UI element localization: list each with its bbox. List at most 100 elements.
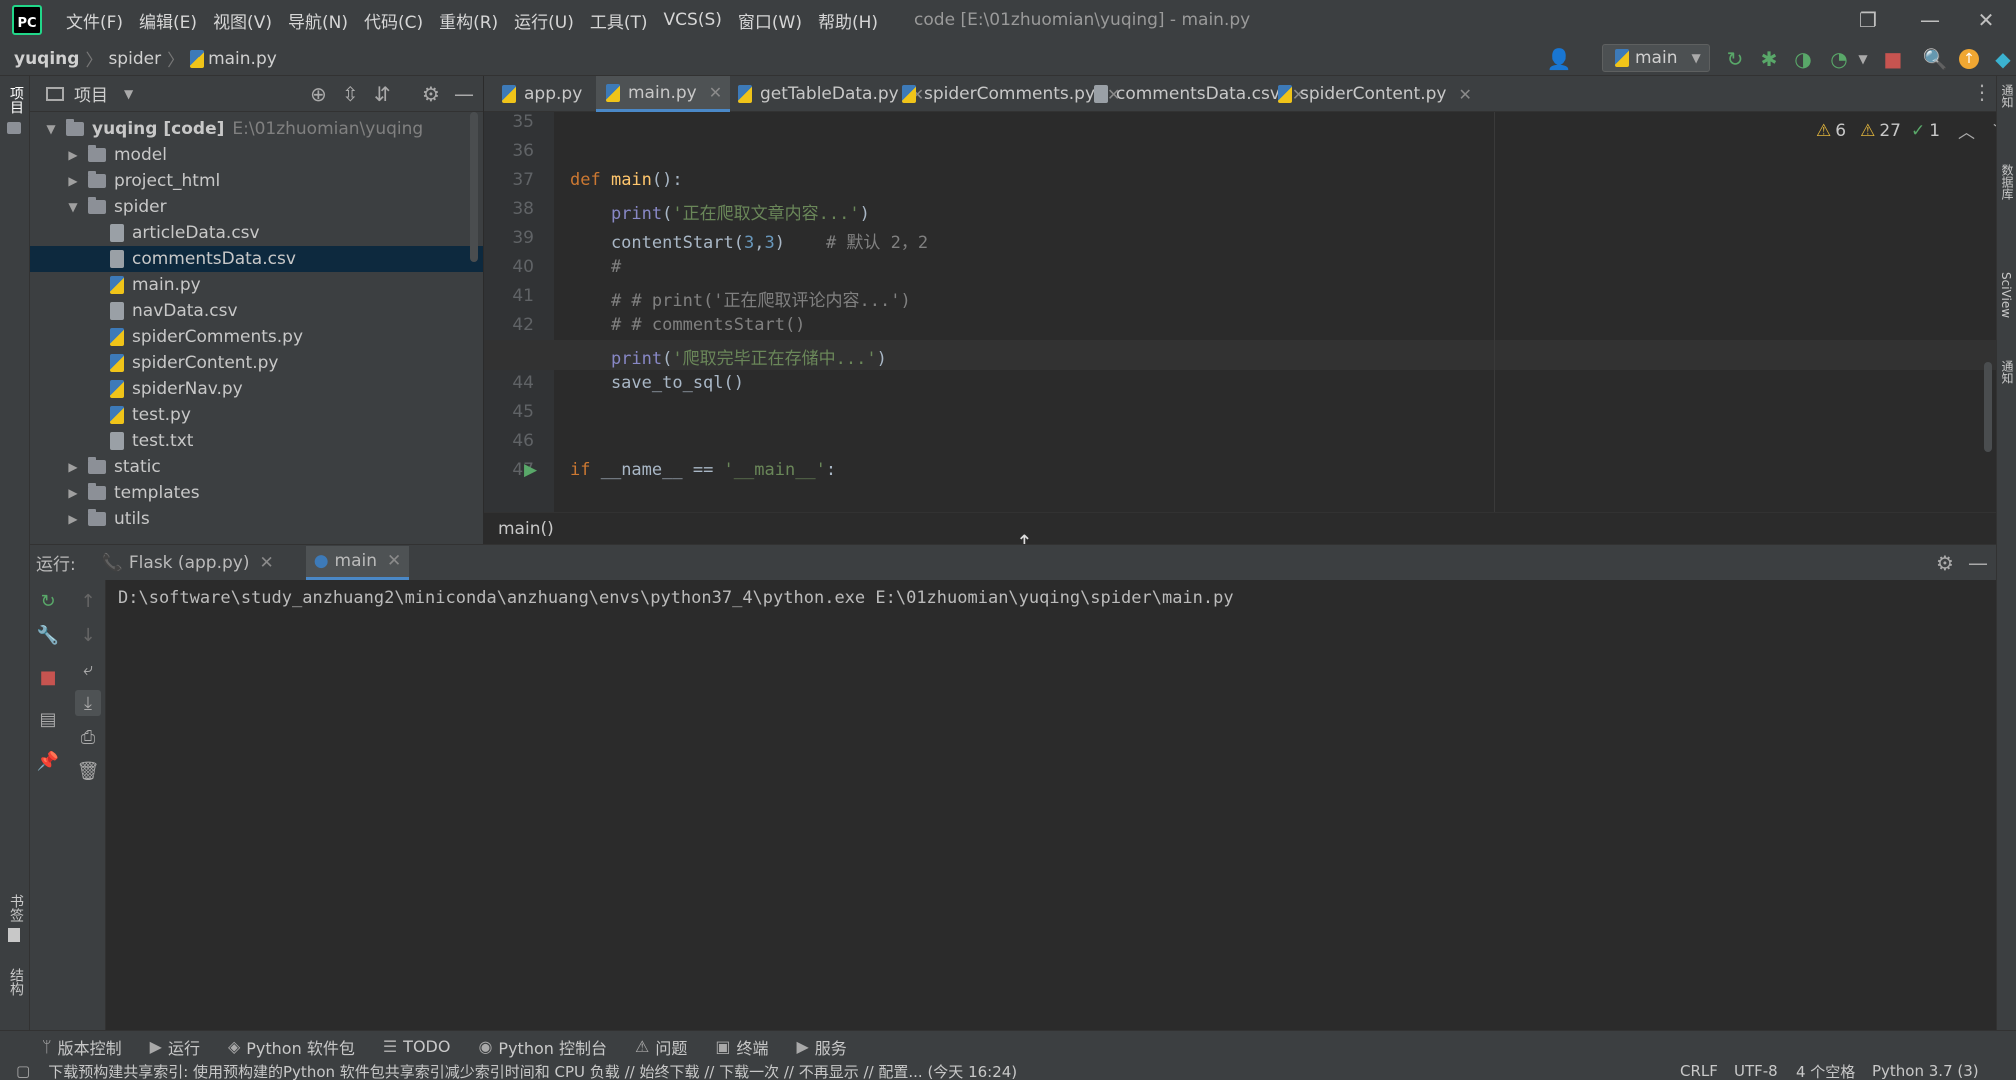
sciview-tool-button[interactable]: SciView [1999, 272, 2013, 318]
menu-item[interactable]: 编辑(E) [131, 8, 205, 33]
menu-item[interactable]: 重构(R) [431, 8, 506, 33]
rerun-icon[interactable]: ↻ [1722, 46, 1748, 72]
more-run-options-icon[interactable]: ▼ [1850, 46, 1876, 72]
editor-scrollbar[interactable] [1984, 362, 1992, 452]
status-message[interactable]: 下载预构建共享索引: 使用预构建的Python 软件包共享索引减少索引时间和 C… [48, 1062, 1017, 1080]
bottom-tool-button[interactable]: ▣ 终端 [715, 1035, 768, 1059]
run-gutter-icon[interactable]: ▶ [524, 460, 537, 480]
chevron-right-icon[interactable]: ▶ [66, 512, 80, 526]
indent-setting[interactable]: 4 个空格 [1796, 1062, 1855, 1080]
line-separator[interactable]: CRLF [1680, 1062, 1718, 1080]
bottom-tool-button[interactable]: ᛘ 版本控制 [42, 1035, 122, 1059]
notification-tool-button[interactable]: 通知 [1999, 360, 2016, 384]
code-editor[interactable]: 35363738394041424344454647▶ def main(): … [484, 112, 1996, 512]
more-tabs-icon[interactable]: ⋮ [1972, 80, 1992, 104]
gear-icon[interactable]: ⚙ [422, 82, 440, 106]
expand-all-icon[interactable]: ⇳ [342, 82, 359, 106]
close-tab-icon[interactable]: ✕ [259, 553, 273, 573]
tree-file[interactable]: spiderNav.py [30, 376, 483, 402]
up-arrow-icon[interactable]: ↑ [75, 588, 101, 614]
run-tab[interactable]: ● main ✕ [305, 545, 410, 580]
breadcrumb-project[interactable]: yuqing [14, 49, 79, 69]
close-tab-icon[interactable]: ✕ [1458, 85, 1471, 104]
bottom-tool-button[interactable]: ◉ Python 控制台 [478, 1035, 607, 1059]
bottom-tool-button[interactable]: ☰ TODO [383, 1037, 451, 1056]
bottom-tool-button[interactable]: ◈ Python 软件包 [228, 1035, 355, 1059]
hide-panel-icon[interactable]: — [1968, 551, 1988, 575]
tree-folder[interactable]: ▶ static [30, 454, 483, 480]
tree-file[interactable]: navData.csv [30, 298, 483, 324]
tree-file[interactable]: test.txt [30, 428, 483, 454]
wrench-icon[interactable]: 🔧 [35, 622, 61, 648]
stop-icon[interactable]: ■ [35, 664, 61, 690]
search-icon[interactable]: 🔍 [1922, 46, 1948, 72]
print-icon[interactable]: ⎙ [75, 724, 101, 750]
breadcrumb-folder[interactable]: spider [108, 49, 161, 69]
menu-item[interactable]: 窗口(W) [730, 8, 810, 33]
rerun-icon[interactable]: ↻ [35, 588, 61, 614]
restore-button[interactable]: ❐ [1838, 0, 1898, 40]
chevron-right-icon[interactable]: ▶ [66, 460, 80, 474]
editor-tab[interactable]: main.py ✕ [596, 76, 731, 112]
database-tool-button[interactable]: 数据库 [1999, 164, 2016, 200]
structure-tool-button[interactable]: 结构 [6, 968, 26, 996]
tree-file[interactable]: spiderContent.py [30, 350, 483, 376]
menu-item[interactable]: 运行(U) [506, 8, 582, 33]
function-breadcrumb[interactable]: main() [498, 519, 554, 539]
tree-file[interactable]: articleData.csv [30, 220, 483, 246]
notifications-tool-button[interactable]: 通知 [1999, 84, 2016, 108]
close-tab-icon[interactable]: ✕ [709, 83, 722, 102]
tree-folder[interactable]: ▶ project_html [30, 168, 483, 194]
tree-file[interactable]: main.py [30, 272, 483, 298]
chevron-right-icon[interactable]: ▶ [66, 148, 80, 162]
gear-icon[interactable]: ⚙ [1936, 551, 1954, 575]
locate-file-icon[interactable]: ⊕ [310, 82, 327, 106]
tree-folder[interactable]: ▼ yuqing [code] E:\01zhuomian\yuqing [30, 116, 483, 142]
file-encoding[interactable]: UTF-8 [1734, 1062, 1778, 1080]
bottom-tool-button[interactable]: ▶ 运行 [150, 1035, 200, 1059]
chevron-right-icon[interactable]: ▶ [66, 486, 80, 500]
trash-icon[interactable]: 🗑 [75, 758, 101, 784]
menu-item[interactable]: VCS(S) [656, 10, 730, 30]
jetbrains-ai-icon[interactable]: ◆ [1990, 46, 2016, 72]
chevron-down-icon[interactable]: ▼ [44, 122, 58, 136]
tree-scrollbar[interactable] [470, 112, 478, 262]
tree-folder[interactable]: ▶ model [30, 142, 483, 168]
run-config-selector[interactable]: main ▼ [1602, 44, 1710, 72]
menu-item[interactable]: 文件(F) [58, 8, 131, 33]
editor-tab[interactable]: spiderContent.py ✕ [1268, 76, 1480, 112]
tree-file[interactable]: commentsData.csv [30, 246, 483, 272]
tree-folder[interactable]: ▶ templates [30, 480, 483, 506]
menu-item[interactable]: 工具(T) [582, 8, 656, 33]
close-button[interactable]: ✕ [1956, 0, 2016, 40]
tree-folder[interactable]: ▶ utils [30, 506, 483, 532]
chevron-up-icon[interactable]: ︿ [1958, 118, 1975, 143]
project-tool-button[interactable]: 项目 [6, 86, 26, 114]
user-icon[interactable]: 👤 [1546, 46, 1572, 72]
menu-item[interactable]: 视图(V) [205, 8, 280, 33]
hide-panel-icon[interactable]: — [454, 82, 474, 106]
run-tab[interactable]: 📞 Flask (app.py) ✕ [94, 546, 282, 580]
layout-icon[interactable]: ▤ [35, 706, 61, 732]
console-output[interactable]: D:\software\study_anzhuang2\miniconda\an… [118, 588, 1234, 608]
breadcrumb-file[interactable]: main.py [208, 49, 277, 69]
close-tab-icon[interactable]: ✕ [387, 551, 401, 571]
pin-icon[interactable]: 📌 [35, 748, 61, 774]
run-with-coverage-icon[interactable]: ◑ [1790, 46, 1816, 72]
down-arrow-icon[interactable]: ↓ [75, 622, 101, 648]
python-interpreter[interactable]: Python 3.7 (3) [1872, 1062, 1979, 1080]
menu-item[interactable]: 帮助(H) [810, 8, 886, 33]
soft-wrap-icon[interactable]: ⤶ [75, 656, 101, 682]
bottom-tool-button[interactable]: ▶ 服务 [796, 1035, 846, 1059]
tree-folder[interactable]: ▼ spider [30, 194, 483, 220]
debug-icon[interactable]: ✱ [1756, 46, 1782, 72]
menu-item[interactable]: 导航(N) [280, 8, 356, 33]
tree-file[interactable]: spiderComments.py [30, 324, 483, 350]
status-toggle-icon[interactable]: ▢ [16, 1062, 30, 1080]
chevron-right-icon[interactable]: ▶ [66, 174, 80, 188]
update-icon[interactable]: ↑ [1956, 46, 1982, 72]
collapse-all-icon[interactable]: ⇵ [374, 82, 391, 106]
inspection-widget[interactable]: ⚠ 6 ⚠ 27 ✓ 1 ︿ ﹀ [1816, 118, 2010, 144]
tree-file[interactable]: test.py [30, 402, 483, 428]
profile-icon[interactable]: ◔ [1826, 46, 1852, 72]
